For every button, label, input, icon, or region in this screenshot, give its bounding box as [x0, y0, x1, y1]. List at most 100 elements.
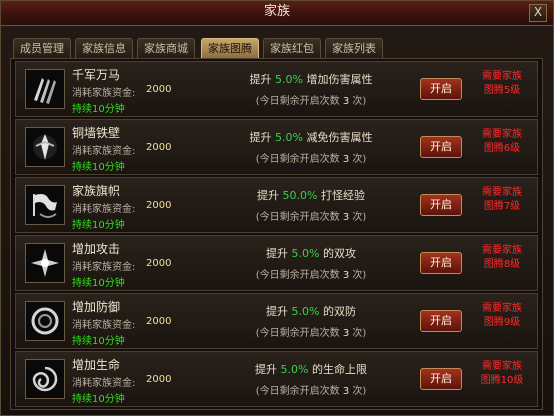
effect-desc: 的生命上限: [311, 363, 367, 376]
effect-percent: 50.0%: [282, 189, 318, 202]
effect-prefix: 提升: [266, 247, 289, 260]
close-icon: X: [533, 5, 543, 19]
effect-desc: 的双防: [322, 305, 356, 318]
iron-wall-icon: [25, 127, 65, 167]
remaining-suffix: 次): [352, 328, 367, 339]
remaining-prefix: (今日剩余开启次数: [255, 328, 340, 339]
open-button[interactable]: 开启: [420, 252, 462, 274]
req-level: 10级: [500, 375, 524, 386]
req-line-2: 图腾9级: [472, 316, 532, 330]
duration-text: 持续10分钟: [72, 162, 125, 173]
cost-value: 2000: [146, 316, 172, 327]
duration-text: 持续10分钟: [72, 278, 125, 289]
effect-desc: 打怪经验: [320, 189, 365, 202]
window-title: 家族: [263, 4, 290, 19]
req-line-1: 需要家族: [482, 361, 522, 372]
remaining-text: (今日剩余开启次数 3 次): [196, 266, 426, 281]
requirement-text: 需要家族 图腾7级: [472, 186, 532, 214]
req-line-2: 图腾10级: [472, 374, 532, 388]
totem-row: 家族旗帜 消耗家族资金: 2000 持续10分钟 提升 50.0% 打怪经验 (…: [15, 177, 538, 233]
cost-value: 2000: [146, 374, 172, 385]
title-bar: 家族 X: [1, 1, 553, 26]
totem-name: 增加防御: [72, 300, 121, 314]
open-button[interactable]: 开启: [420, 194, 462, 216]
remaining-prefix: (今日剩余开启次数: [255, 386, 340, 397]
remaining-count: 3: [342, 154, 350, 165]
req-line-1: 需要家族: [482, 129, 522, 140]
effect-percent: 5.0%: [291, 247, 320, 260]
remaining-suffix: 次): [352, 154, 367, 165]
requirement-text: 需要家族 图腾8级: [472, 244, 532, 272]
req-line-2: 图腾8级: [472, 258, 532, 272]
cost-label: 消耗家族资金:: [72, 88, 136, 99]
tab-family-info[interactable]: 家族信息: [75, 38, 133, 59]
effect-percent: 5.0%: [291, 305, 320, 318]
remaining-suffix: 次): [352, 96, 367, 107]
tab-family-red-packet[interactable]: 家族红包: [263, 38, 321, 59]
claw-strike-icon: [25, 69, 65, 109]
cost-value: 2000: [146, 84, 172, 95]
cost-label: 消耗家族资金:: [72, 320, 136, 331]
effect-percent: 5.0%: [275, 73, 303, 86]
totem-list: 千军万马 消耗家族资金: 2000 持续10分钟 提升 5.0% 增加伤害属性 …: [10, 58, 543, 410]
remaining-suffix: 次): [352, 212, 367, 223]
attack-burst-icon: [25, 243, 65, 283]
requirement-text: 需要家族 图腾6级: [472, 128, 532, 156]
duration-text: 持续10分钟: [72, 394, 125, 405]
req-line-2: 图腾5级: [472, 84, 532, 98]
req-line2-prefix: 图腾: [483, 85, 504, 96]
duration-text: 持续10分钟: [72, 104, 125, 115]
remaining-prefix: (今日剩余开启次数: [255, 154, 340, 165]
remaining-text: (今日剩余开启次数 3 次): [196, 150, 426, 165]
effect-percent: 5.0%: [280, 363, 309, 376]
totem-row: 千军万马 消耗家族资金: 2000 持续10分钟 提升 5.0% 增加伤害属性 …: [15, 61, 538, 117]
remaining-count: 3: [342, 386, 350, 397]
effect-prefix: 提升: [266, 305, 289, 318]
req-line2-prefix: 图腾: [480, 375, 501, 386]
life-swirl-icon: [25, 359, 65, 399]
cost-label: 消耗家族资金:: [72, 262, 136, 273]
effect-desc: 的双攻: [322, 247, 356, 260]
open-button[interactable]: 开启: [420, 78, 462, 100]
open-button[interactable]: 开启: [420, 368, 462, 390]
totem-name: 铜墙铁壁: [72, 126, 121, 140]
tab-family-list[interactable]: 家族列表: [325, 38, 383, 59]
totem-row: 增加攻击 消耗家族资金: 2000 持续10分钟 提升 5.0% 的双攻 (今日…: [15, 235, 538, 291]
req-level: 5级: [503, 85, 521, 96]
remaining-prefix: (今日剩余开启次数: [255, 212, 340, 223]
totem-name: 家族旗帜: [72, 184, 121, 198]
close-button[interactable]: X: [529, 4, 547, 22]
req-line2-prefix: 图腾: [483, 143, 504, 154]
cost-value: 2000: [146, 200, 172, 211]
remaining-count: 3: [342, 270, 350, 281]
totem-name: 千军万马: [72, 68, 121, 82]
remaining-prefix: (今日剩余开启次数: [255, 270, 340, 281]
req-line-1: 需要家族: [482, 303, 522, 314]
req-level: 6级: [503, 143, 521, 154]
req-level: 7级: [503, 201, 521, 212]
effect-text: 提升 5.0% 增加伤害属性: [196, 71, 426, 87]
tab-member-management[interactable]: 成员管理: [13, 38, 71, 59]
effect-prefix: 提升: [257, 189, 280, 202]
cost-label: 消耗家族资金:: [72, 378, 136, 389]
open-button[interactable]: 开启: [420, 310, 462, 332]
remaining-text: (今日剩余开启次数 3 次): [196, 208, 426, 223]
flag-icon: [25, 185, 65, 225]
requirement-text: 需要家族 图腾5级: [472, 70, 532, 98]
effect-percent: 5.0%: [275, 131, 303, 144]
totem-row: 增加防御 消耗家族资金: 2000 持续10分钟 提升 5.0% 的双防 (今日…: [15, 293, 538, 349]
effect-text: 提升 5.0% 减免伤害属性: [196, 129, 426, 145]
totem-name: 增加生命: [72, 358, 121, 372]
remaining-text: (今日剩余开启次数 3 次): [196, 382, 426, 397]
effect-prefix: 提升: [249, 131, 272, 144]
req-level: 9级: [503, 317, 521, 328]
duration-text: 持续10分钟: [72, 220, 125, 231]
tab-family-shop[interactable]: 家族商城: [137, 38, 195, 59]
totem-name: 增加攻击: [72, 242, 121, 256]
open-button[interactable]: 开启: [420, 136, 462, 158]
req-line-1: 需要家族: [482, 245, 522, 256]
totem-row: 铜墙铁壁 消耗家族资金: 2000 持续10分钟 提升 5.0% 减免伤害属性 …: [15, 119, 538, 175]
req-line2-prefix: 图腾: [483, 259, 504, 270]
tab-family-totem[interactable]: 家族图腾: [201, 38, 259, 59]
effect-desc: 增加伤害属性: [306, 73, 373, 86]
